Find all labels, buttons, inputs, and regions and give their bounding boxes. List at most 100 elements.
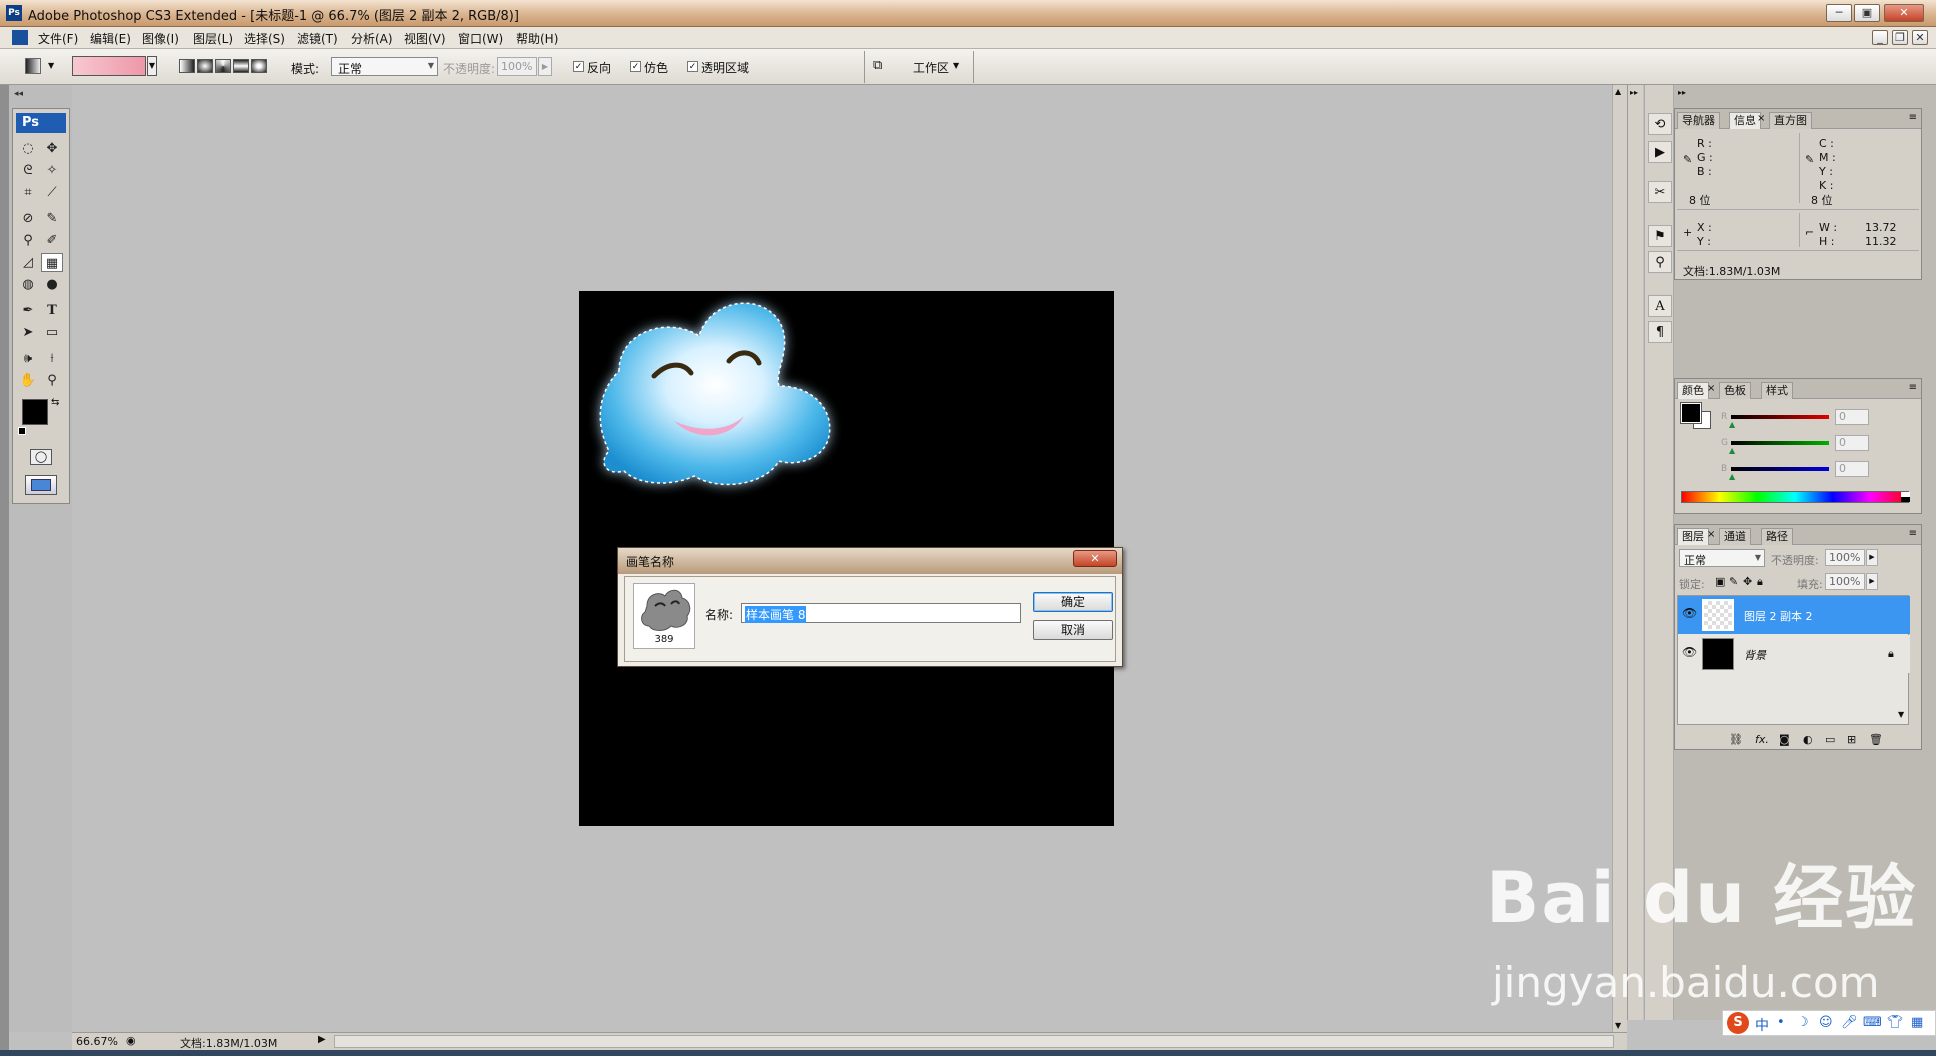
gradient-picker[interactable] — [72, 56, 146, 76]
layer-name[interactable]: 背景 — [1744, 647, 1766, 663]
workspace-button[interactable]: 工作区 — [913, 59, 949, 76]
eye-icon[interactable]: 👁︎ — [1682, 645, 1697, 659]
tab-styles[interactable]: 样式 — [1761, 382, 1793, 399]
layer-opacity-input[interactable]: 100% — [1825, 549, 1865, 566]
menu-file[interactable]: 文件(F) — [38, 30, 78, 47]
move-tool-icon[interactable]: ✥ — [41, 139, 63, 158]
b-slider[interactable] — [1731, 467, 1829, 471]
tab-layers[interactable]: 图层 — [1677, 528, 1709, 545]
doc-restore-button[interactable]: ❐ — [1892, 30, 1908, 45]
b-input[interactable]: 0 — [1835, 461, 1869, 477]
tool-preset-chevron-icon[interactable]: ▼ — [48, 61, 54, 70]
opacity-arrow-icon[interactable]: ▶ — [538, 57, 552, 76]
layer-mask-icon[interactable]: ◙ — [1779, 733, 1790, 746]
maximize-button[interactable]: ▣ — [1854, 4, 1880, 22]
microphone-icon[interactable]: 🎤︎ — [1841, 1015, 1858, 1030]
panel-menu-icon[interactable]: ≡ — [1909, 382, 1917, 393]
panels-collapse-icon[interactable]: ▸▸ — [1678, 88, 1686, 97]
new-layer-icon[interactable]: ⊞ — [1847, 733, 1856, 746]
r-input[interactable]: 0 — [1835, 409, 1869, 425]
dialog-close-button[interactable]: ✕ — [1073, 550, 1117, 567]
status-menu-arrow-icon[interactable]: ▶ — [318, 1034, 326, 1045]
menu-image[interactable]: 图像(I) — [142, 30, 179, 47]
brush-name-input[interactable]: 样本画笔 8 — [741, 603, 1021, 623]
tab-close-icon[interactable]: × — [1707, 383, 1715, 394]
menu-select[interactable]: 选择(S) — [244, 30, 285, 47]
pen-tool-icon[interactable]: ✒ — [17, 301, 39, 320]
palette-well-icon[interactable]: ⧉ — [873, 58, 893, 74]
menu-window[interactable]: 窗口(W) — [458, 30, 503, 47]
panel-menu-icon[interactable]: ≡ — [1909, 112, 1917, 123]
tool-presets-icon[interactable]: ✂ — [1648, 181, 1672, 203]
marquee-tool-icon[interactable]: ◌ — [17, 139, 39, 158]
history-brush-tool-icon[interactable]: ✐ — [41, 231, 63, 250]
delete-layer-icon[interactable]: 🗑︎ — [1869, 733, 1883, 746]
grid-icon[interactable]: ▦ — [1911, 1015, 1923, 1030]
dock-expand-icon[interactable]: ▸▸ — [1630, 88, 1638, 97]
eraser-tool-icon[interactable]: ◿ — [17, 253, 39, 272]
r-slider-thumb-icon[interactable]: ▲ — [1729, 420, 1735, 429]
radial-gradient-button[interactable] — [197, 59, 213, 73]
tab-close-icon[interactable]: × — [1757, 113, 1765, 124]
shape-tool-icon[interactable]: ▭ — [41, 323, 63, 342]
lock-pixels-icon[interactable]: ✎ — [1729, 575, 1738, 588]
r-slider[interactable] — [1731, 415, 1829, 419]
doc-minimize-button[interactable]: _ — [1872, 30, 1888, 45]
menu-view[interactable]: 视图(V) — [404, 30, 446, 47]
tab-channels[interactable]: 通道 — [1719, 528, 1751, 545]
gradient-tool-icon[interactable]: ▦ — [41, 253, 63, 272]
new-group-icon[interactable]: ▭ — [1825, 733, 1835, 746]
linear-gradient-button[interactable] — [179, 59, 195, 73]
scroll-down-icon[interactable]: ▼ — [1615, 1021, 1621, 1030]
dither-checkbox[interactable]: ✓ — [630, 61, 641, 72]
menu-analysis[interactable]: 分析(A) — [351, 30, 393, 47]
emoji-icon[interactable]: ☺ — [1819, 1015, 1833, 1030]
scroll-up-icon[interactable]: ▲ — [1615, 87, 1621, 96]
dodge-tool-icon[interactable]: ● — [41, 275, 63, 294]
blend-mode-select[interactable]: 正常 ▼ — [1679, 549, 1765, 567]
tab-color[interactable]: 颜色 — [1677, 382, 1709, 399]
history-panel-icon[interactable]: ⟲ — [1648, 113, 1672, 135]
b-slider-thumb-icon[interactable]: ▲ — [1729, 472, 1735, 481]
default-colors-icon[interactable] — [18, 427, 26, 435]
keyboard-icon[interactable]: ⌨ — [1863, 1015, 1882, 1030]
fill-arrow-icon[interactable]: ▶ — [1866, 573, 1878, 590]
notes-tool-icon[interactable]: 🕪 — [17, 349, 39, 368]
menu-layer[interactable]: 图层(L) — [193, 30, 233, 47]
lock-transparent-icon[interactable]: ▣ — [1715, 575, 1725, 588]
close-button[interactable]: ✕ — [1884, 4, 1924, 22]
lock-all-icon[interactable]: 🔒︎ — [1757, 575, 1763, 589]
menu-filter[interactable]: 滤镜(T) — [297, 30, 338, 47]
spectrum-bw-swatch[interactable] — [1901, 492, 1910, 502]
transparency-checkbox[interactable]: ✓ — [687, 61, 698, 72]
type-tool-icon[interactable]: T — [41, 301, 63, 320]
tab-navigator[interactable]: 导航器 — [1677, 112, 1720, 129]
tab-close-icon[interactable]: × — [1707, 529, 1715, 540]
swap-colors-icon[interactable]: ⇆ — [51, 397, 59, 408]
opacity-arrow-icon[interactable]: ▶ — [1866, 549, 1878, 566]
tab-histogram[interactable]: 直方图 — [1769, 112, 1812, 129]
clone-source-icon[interactable]: ⚲ — [1648, 251, 1672, 273]
brush-tool-icon[interactable]: ✎ — [41, 209, 63, 228]
fill-input[interactable]: 100% — [1825, 573, 1865, 590]
opacity-input[interactable]: 100% — [497, 57, 537, 76]
layer-name[interactable]: 图层 2 副本 2 — [1744, 608, 1813, 624]
link-layers-icon[interactable]: ⛓ — [1729, 733, 1743, 746]
toolbox-collapse-icon[interactable]: ◂◂ — [14, 89, 23, 99]
clone-stamp-tool-icon[interactable]: ⚲ — [17, 231, 39, 250]
status-info-icon[interactable]: ◉ — [126, 1034, 136, 1047]
punctuation-icon[interactable]: • — [1777, 1015, 1785, 1030]
lock-position-icon[interactable]: ✥ — [1743, 575, 1752, 588]
zoom-level[interactable]: 66.67% — [76, 1035, 118, 1048]
eyedropper-tool-icon[interactable]: ⟊ — [41, 349, 63, 368]
ime-language[interactable]: 中 — [1755, 1015, 1769, 1035]
minimize-button[interactable]: ─ — [1826, 4, 1852, 22]
blur-tool-icon[interactable]: ◍ — [17, 275, 39, 294]
screen-mode-icon[interactable] — [25, 475, 57, 495]
mode-select[interactable]: 正常 ▼ — [331, 57, 438, 76]
g-slider-thumb-icon[interactable]: ▲ — [1729, 446, 1735, 455]
character-panel-icon[interactable]: A — [1648, 295, 1672, 317]
moon-icon[interactable]: ☽ — [1797, 1015, 1809, 1030]
reverse-checkbox[interactable]: ✓ — [573, 61, 584, 72]
foreground-color-swatch[interactable] — [22, 399, 48, 425]
